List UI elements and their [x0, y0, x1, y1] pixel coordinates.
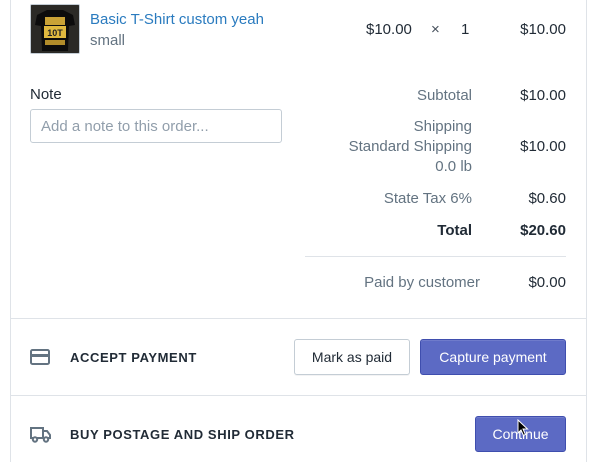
note-label: Note	[30, 86, 62, 103]
summary-divider	[305, 256, 566, 257]
mouse-pointer-icon	[517, 418, 529, 442]
shipping-weight: 0.0 lb	[435, 158, 472, 175]
card-border-left	[10, 0, 11, 462]
unit-price: $10.00	[366, 21, 412, 38]
product-image: 10T	[31, 5, 79, 53]
card-border-right	[586, 0, 587, 462]
product-variant: small	[90, 32, 126, 49]
capture-payment-button[interactable]: Capture payment	[420, 339, 566, 375]
shipping-value: $10.00	[520, 138, 566, 155]
tax-label: State Tax 6%	[383, 190, 472, 207]
subtotal-value: $10.00	[520, 87, 566, 104]
paid-by-customer-label: Paid by customer	[364, 274, 480, 291]
section-divider	[10, 318, 587, 319]
tax-value: $0.60	[528, 190, 566, 207]
quantity: 1	[461, 21, 470, 38]
truck-icon	[30, 426, 52, 448]
note-input[interactable]	[30, 109, 282, 143]
accept-payment-heading: ACCEPT PAYMENT	[70, 350, 197, 365]
shipping-label: Shipping	[413, 118, 472, 135]
product-thumbnail[interactable]: 10T	[30, 4, 80, 54]
svg-text:10T: 10T	[47, 28, 63, 38]
product-title-link[interactable]: Basic T-Shirt custom yeah	[90, 11, 264, 28]
subtotal-label: Subtotal	[416, 87, 472, 104]
credit-card-icon	[30, 349, 50, 370]
line-total: $10.00	[520, 21, 566, 38]
shipping-method: Standard Shipping	[348, 138, 472, 155]
buy-postage-heading: BUY POSTAGE AND SHIP ORDER	[70, 427, 295, 442]
mark-as-paid-button[interactable]: Mark as paid	[294, 339, 410, 375]
section-divider	[10, 395, 587, 396]
multiply-sign: ×	[431, 21, 440, 38]
total-value: $20.60	[520, 222, 566, 239]
paid-by-customer-value: $0.00	[528, 274, 566, 291]
total-label: Total	[437, 222, 472, 239]
